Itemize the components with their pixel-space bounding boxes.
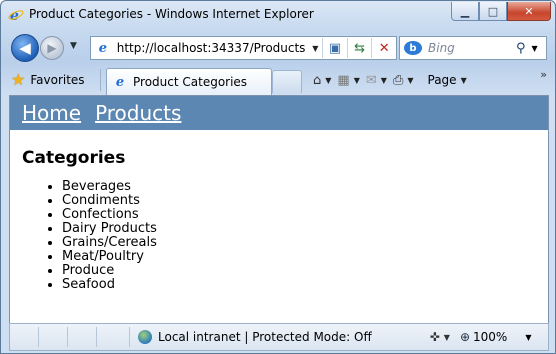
zoom-dropdown[interactable]: ▼ <box>525 333 531 342</box>
search-input[interactable]: Bing <box>428 41 510 55</box>
compatibility-view-button[interactable]: ▣ <box>322 38 347 58</box>
svg-text:e: e <box>10 8 19 23</box>
back-arrow-icon: ◀ <box>19 39 31 57</box>
address-url[interactable]: http://localhost:34337/Products <box>117 41 309 55</box>
list-item: Dairy Products <box>62 222 548 236</box>
security-zone[interactable]: Local intranet | Protected Mode: Off <box>138 330 372 344</box>
address-dropdown[interactable]: ▼ <box>308 44 322 53</box>
list-item: Confections <box>62 208 548 222</box>
search-box[interactable]: b Bing ⚲ ▼ <box>399 36 547 60</box>
feeds-button[interactable]: ▦ ▼ <box>337 73 359 88</box>
tab-product-categories[interactable]: e Product Categories <box>106 68 272 95</box>
list-item: Seafood <box>62 278 548 292</box>
zone-text: Local intranet | Protected Mode: Off <box>158 330 372 344</box>
zoom-icon: ⊕ <box>459 330 471 344</box>
close-button[interactable]: ✕ <box>507 2 551 21</box>
page-menu-button[interactable]: Page ▼ <box>428 73 467 87</box>
print-icon: ⎙ <box>392 72 404 88</box>
search-provider-dropdown[interactable]: ▼ <box>532 44 538 53</box>
zoom-level: 100% <box>473 330 508 344</box>
print-button[interactable]: ⎙ ▼ <box>393 73 414 88</box>
browser-window: e Product Categories - Windows Internet … <box>0 0 556 354</box>
address-bar[interactable]: e http://localhost:34337/Products ▼ ▣ ⇆ … <box>90 36 397 60</box>
nav-link-home[interactable]: Home <box>22 101 81 125</box>
home-icon: ⌂ <box>313 72 322 88</box>
forward-button[interactable]: ▶ <box>40 36 64 60</box>
category-list: Beverages Condiments Confections Dairy P… <box>10 180 548 292</box>
maximize-button[interactable]: □ <box>479 2 507 21</box>
zoom-control[interactable]: ⊕ 100% ▼ <box>460 330 532 344</box>
page-icon: e <box>98 40 107 56</box>
caption-buttons: ▁ □ ✕ <box>451 2 551 21</box>
status-bar: Local intranet | Protected Mode: Off ✜ ▼ … <box>9 323 549 351</box>
new-tab-button[interactable] <box>272 70 302 93</box>
stop-button[interactable]: ✕ <box>371 38 396 58</box>
page-title: Categories <box>22 148 126 168</box>
nav-link-products[interactable]: Products <box>95 101 181 125</box>
search-icon[interactable]: ⚲ <box>516 41 526 56</box>
add-ons-button[interactable]: ✜ ▼ <box>430 330 450 344</box>
add-ons-icon: ✜ <box>429 330 440 344</box>
favorites-label: Favorites <box>30 72 85 87</box>
tab-label: Product Categories <box>133 75 248 89</box>
status-cell <box>10 327 39 347</box>
stop-icon: ✕ <box>378 40 390 56</box>
bing-icon: b <box>404 41 422 55</box>
page-content: Home Products Categories Beverages Condi… <box>9 95 549 324</box>
toolbar-overflow-chevron-icon[interactable]: » <box>540 68 547 81</box>
refresh-button[interactable]: ⇆ <box>346 38 372 58</box>
compatibility-view-icon: ▣ <box>328 40 342 56</box>
read-mail-icon: ✉ <box>365 72 377 88</box>
globe-icon <box>138 330 152 344</box>
refresh-icon: ⇆ <box>354 40 366 56</box>
title-bar: e Product Categories - Windows Internet … <box>1 1 555 29</box>
list-item: Grains/Cereals <box>62 236 548 250</box>
list-item: Produce <box>62 264 548 278</box>
favorites-star-icon: ★ <box>11 70 26 89</box>
window-title: Product Categories - Windows Internet Ex… <box>29 7 314 21</box>
status-cell <box>39 327 68 347</box>
rss-feed-icon: ▦ <box>337 72 350 88</box>
page-menu-label: Page <box>427 73 457 87</box>
recent-pages-dropdown[interactable]: ▼ <box>70 41 77 51</box>
list-item: Beverages <box>62 180 548 194</box>
divider <box>100 69 101 91</box>
home-button[interactable]: ⌂ ▼ <box>313 73 331 88</box>
minimize-button[interactable]: ▁ <box>451 2 479 21</box>
list-item: Condiments <box>62 194 548 208</box>
read-mail-button[interactable]: ✉ ▼ <box>366 73 387 88</box>
status-cell <box>97 327 130 347</box>
command-bar: ★ Favorites e Product Categories ⌂ ▼ ▦ ▼ ✉… <box>1 65 555 95</box>
site-header: Home Products <box>10 96 548 130</box>
tab-page-icon: e <box>115 74 125 90</box>
back-button[interactable]: ◀ <box>11 34 39 62</box>
favorites-button[interactable]: ★ Favorites <box>11 70 85 89</box>
status-cell <box>68 327 97 347</box>
list-item: Meat/Poultry <box>62 250 548 264</box>
forward-arrow-icon: ▶ <box>47 41 57 55</box>
command-toolbar: ⌂ ▼ ▦ ▼ ✉ ▼ ⎙ ▼ Page ▼ <box>313 69 473 91</box>
ie-logo-icon: e <box>8 7 24 24</box>
